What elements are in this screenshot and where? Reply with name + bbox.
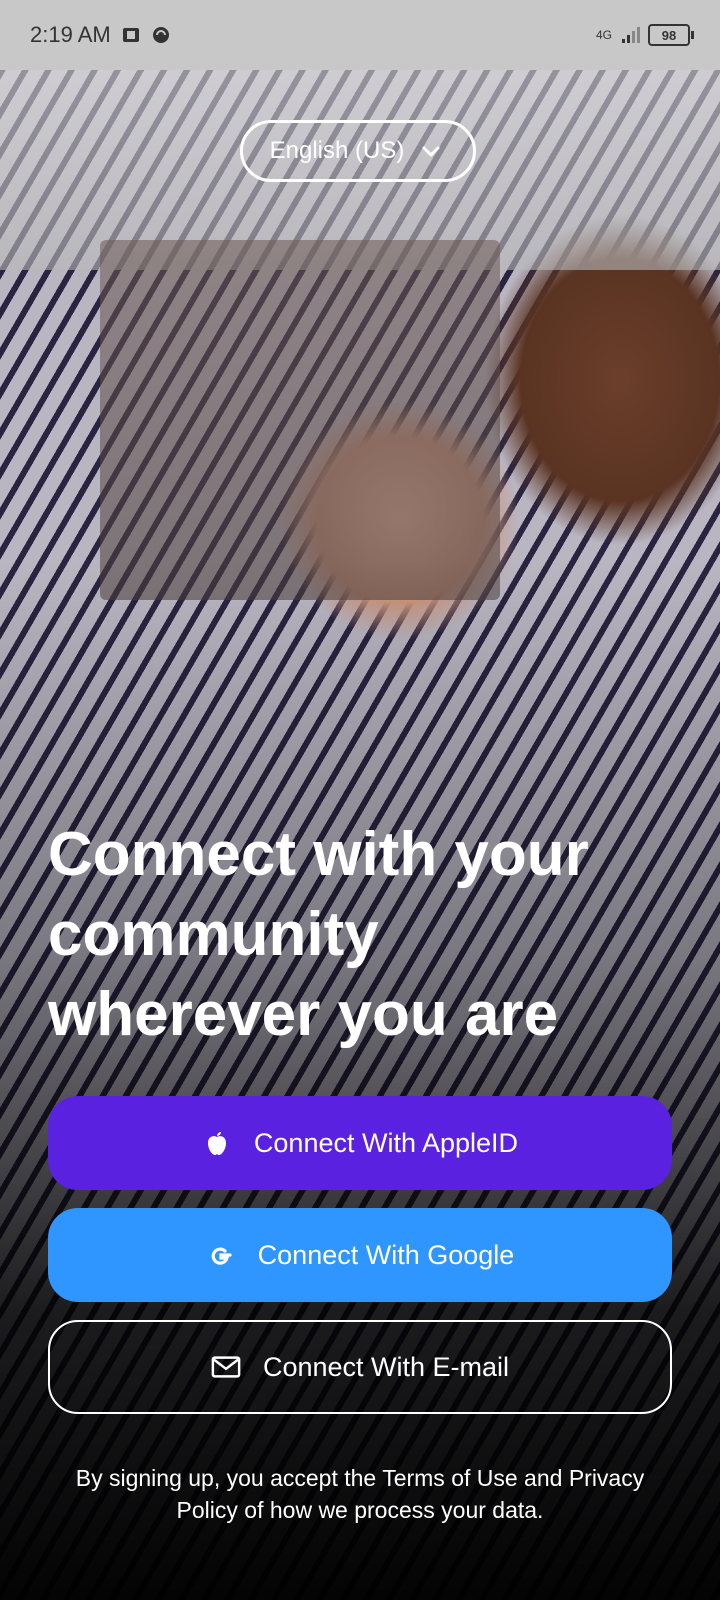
connect-email-label: Connect With E-mail bbox=[262, 1351, 510, 1382]
network-label: 4G bbox=[595, 28, 612, 42]
connect-apple-label: Connect With AppleID bbox=[253, 1127, 519, 1158]
background-building bbox=[100, 240, 500, 600]
connect-google-label: Connect With Google bbox=[257, 1239, 515, 1270]
connect-email-button[interactable]: Connect With E-mail bbox=[48, 1320, 672, 1414]
headline-line-2: community bbox=[48, 900, 379, 969]
headline-line-1: Connect with your bbox=[48, 820, 589, 889]
apple-icon bbox=[202, 1128, 232, 1158]
language-selector[interactable]: English (US) bbox=[240, 120, 476, 182]
chevron-down-icon bbox=[416, 136, 446, 166]
status-time: 2:19 AM bbox=[30, 22, 111, 47]
google-icon bbox=[206, 1240, 236, 1270]
signal-icon bbox=[620, 25, 640, 45]
battery-icon: 98 bbox=[648, 24, 694, 46]
notification-app-icon bbox=[121, 25, 141, 45]
connect-google-button[interactable]: Connect With Google bbox=[48, 1208, 672, 1302]
mail-icon bbox=[211, 1352, 241, 1382]
language-label: English (US) bbox=[269, 137, 405, 164]
headline: Connect with your community wherever you… bbox=[48, 815, 668, 1055]
status-left: 2:19 AM bbox=[30, 22, 171, 48]
headline-line-3: wherever you are bbox=[48, 980, 559, 1049]
status-bar: 2:19 AM 4G 98 bbox=[0, 0, 720, 70]
connect-apple-button[interactable]: Connect With AppleID bbox=[48, 1096, 672, 1190]
notification-chat-icon bbox=[151, 25, 171, 45]
status-right: 4G 98 bbox=[595, 24, 694, 46]
legal-text: By signing up, you accept the Terms of U… bbox=[75, 1465, 645, 1523]
